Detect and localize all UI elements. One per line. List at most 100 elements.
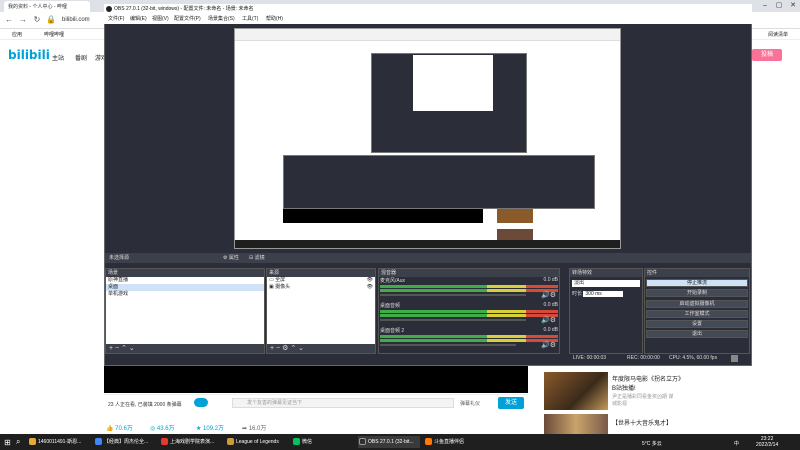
stop-streaming-button[interactable]: 停止推流 [646, 279, 748, 287]
menu-file[interactable]: 文件(F) [108, 14, 124, 24]
menu-scene-collection[interactable]: 场景集合(S) [208, 14, 235, 24]
share-button[interactable]: ➦ 16.0万 [242, 423, 266, 432]
move-down-icon[interactable]: ⌄ [298, 345, 304, 352]
submit-button[interactable]: 投稿 [752, 49, 782, 61]
nav-main[interactable]: 主站 [52, 53, 64, 62]
minimize-icon[interactable]: – [758, 0, 772, 12]
virtual-camera-button[interactable]: 启动虚拟摄像机 [646, 300, 748, 308]
favorite-button[interactable]: ★ 109.2万 [196, 423, 224, 432]
maximize-icon[interactable]: ▢ [772, 0, 786, 12]
volume-slider[interactable] [380, 319, 526, 321]
track-name: 麦克风/Aux [380, 278, 406, 284]
recommendation-title[interactable]: 【世界十大音乐鬼才】 [612, 418, 672, 427]
mixer-track: 桌面音频 2 0.0 dB 🔊⚙ [380, 327, 558, 349]
menu-edit[interactable]: 编辑(E) [130, 14, 147, 24]
filters-button[interactable]: ⊟ 滤镜 [249, 253, 265, 263]
rec-timer: REC: 00:00:00 [627, 355, 660, 361]
source-toolbar: 未选择源 ⚙ 属性 ⊟ 滤镜 [105, 253, 751, 263]
volume-slider[interactable] [380, 344, 516, 346]
system-clock[interactable]: 23:22 2022/2/14 [756, 436, 778, 448]
taskbar-item[interactable]: 上海戏剧学院表演... [160, 436, 222, 448]
obs-menubar: 文件(F) 编辑(E) 视图(V) 配置文件(P) 场景集合(S) 工具(T) … [104, 14, 752, 24]
exit-button[interactable]: 退出 [646, 330, 748, 338]
bilibili-logo[interactable]: bilibili [8, 48, 50, 62]
taskbar-item[interactable]: OBS 27.0.1 (32-bit... [358, 436, 420, 448]
reload-icon[interactable]: ↻ [32, 15, 42, 25]
volume-meter [380, 339, 558, 342]
properties-button[interactable]: ⚙ 属性 [223, 253, 239, 263]
remove-icon[interactable]: − [276, 345, 280, 352]
recommendation-thumbnail[interactable] [544, 414, 608, 434]
send-button[interactable]: 发送 [498, 397, 524, 409]
studio-mode-button[interactable]: 工作室模式 [646, 310, 748, 318]
taskbar-item[interactable]: 【经典】周杰伦全... [94, 436, 156, 448]
scene-item[interactable]: 桌面 [106, 284, 264, 291]
menu-view[interactable]: 视图(V) [152, 14, 169, 24]
coin-button[interactable]: ◎ 43.6万 [150, 423, 175, 432]
track-db: 0.0 dB [543, 277, 558, 283]
settings-button[interactable]: 设置 [646, 320, 748, 328]
share-count: 16.0万 [248, 426, 267, 432]
cpu-fps: CPU: 4.5%, 60.00 fps [669, 355, 718, 361]
volume-meter [380, 285, 558, 288]
forward-icon[interactable]: → [18, 15, 28, 25]
taskbar-item[interactable]: 斗鱼直播伴侣 [424, 436, 486, 448]
taskbar-item[interactable]: 微信 [292, 436, 354, 448]
scene-item[interactable]: 原神直播 [106, 277, 264, 284]
address-bar[interactable]: bilibili.com [62, 15, 102, 25]
reading-list[interactable]: 阅读清单 [768, 31, 788, 38]
bookmark-apps[interactable]: 应用 [12, 31, 22, 38]
danmaku-input[interactable]: 发个友善的弹幕见证当下 [232, 398, 454, 408]
remove-icon[interactable]: − [115, 345, 119, 352]
browser-tab[interactable]: 我的资料 - 个人中心 - 哔哩 [4, 1, 90, 12]
recommendation-meta: 尹正是播彩同看金奖凶期 谋 [612, 394, 674, 400]
mixer-track: 麦克风/Aux 0.0 dB 🔊⚙ [380, 277, 558, 299]
volume-meter [380, 314, 558, 317]
visibility-icon[interactable]: 👁 [367, 284, 373, 291]
move-up-icon[interactable]: ⌃ [121, 345, 127, 352]
menu-profile[interactable]: 配置文件(P) [174, 14, 201, 24]
danmaku-etiquette-link[interactable]: 弹幕礼仪 [460, 400, 480, 407]
volume-slider[interactable] [380, 294, 526, 296]
recommendation-subtitle[interactable]: B站独播! [612, 383, 636, 392]
window-controls: – ▢ ✕ [758, 0, 800, 12]
speaker-icon[interactable]: 🔊⚙ [541, 341, 556, 349]
like-button[interactable]: 👍 70.6万 [106, 423, 133, 432]
sources-footer: + − ⚙ ⌃ ⌄ [267, 344, 375, 353]
recommendation-thumbnail[interactable] [544, 372, 608, 410]
weather-widget[interactable]: 5°C 多云 [642, 440, 662, 447]
visibility-icon[interactable]: 👁 [367, 277, 373, 284]
track-db: 0.0 dB [543, 302, 558, 308]
source-item[interactable]: ▣ 摄像头 👁 [267, 284, 375, 291]
obs-icon [106, 6, 112, 12]
transition-select[interactable]: 淡出 [572, 280, 640, 287]
video-player[interactable] [104, 365, 528, 393]
menu-help[interactable]: 帮助(H) [266, 14, 283, 24]
menu-tools[interactable]: 工具(T) [242, 14, 258, 24]
bookmark-bilibili[interactable]: 哔哩哔哩 [44, 31, 64, 38]
taskbar-item[interactable]: 1460011491-斯恩... [28, 436, 90, 448]
start-recording-button[interactable]: 开始录制 [646, 289, 748, 297]
windows-start-icon[interactable]: ⊞ [4, 438, 11, 447]
nav-anime[interactable]: 番剧 [75, 53, 87, 62]
back-icon[interactable]: ← [4, 15, 14, 25]
move-up-icon[interactable]: ⌃ [290, 345, 296, 352]
like-count: 70.6万 [115, 426, 133, 432]
danmaku-toggle[interactable] [194, 398, 208, 407]
add-icon[interactable]: + [270, 345, 274, 352]
speaker-icon[interactable]: 🔊⚙ [541, 316, 556, 324]
obs-status-bar: LIVE: 00:00:03 REC: 00:00:00 CPU: 4.5%, … [105, 354, 751, 363]
close-icon[interactable]: ✕ [786, 0, 800, 12]
gear-icon[interactable]: ⚙ [282, 345, 288, 352]
scene-item[interactable]: 单机游戏 [106, 291, 264, 298]
track-name: 桌面音频 2 [380, 328, 405, 334]
source-item[interactable]: ▭ 全屏 👁 [267, 277, 375, 284]
move-down-icon[interactable]: ⌄ [129, 345, 135, 352]
add-icon[interactable]: + [109, 345, 113, 352]
taskbar-item[interactable]: League of Legends [226, 436, 288, 448]
duration-input[interactable]: 300 ms [583, 291, 624, 297]
search-icon[interactable]: ⌕ [16, 437, 20, 447]
recommendation-title[interactable]: 年度限马电影《拐名立万》 [612, 374, 684, 383]
speaker-icon[interactable]: 🔊⚙ [541, 291, 556, 299]
input-method-indicator[interactable]: 中 [734, 440, 739, 447]
